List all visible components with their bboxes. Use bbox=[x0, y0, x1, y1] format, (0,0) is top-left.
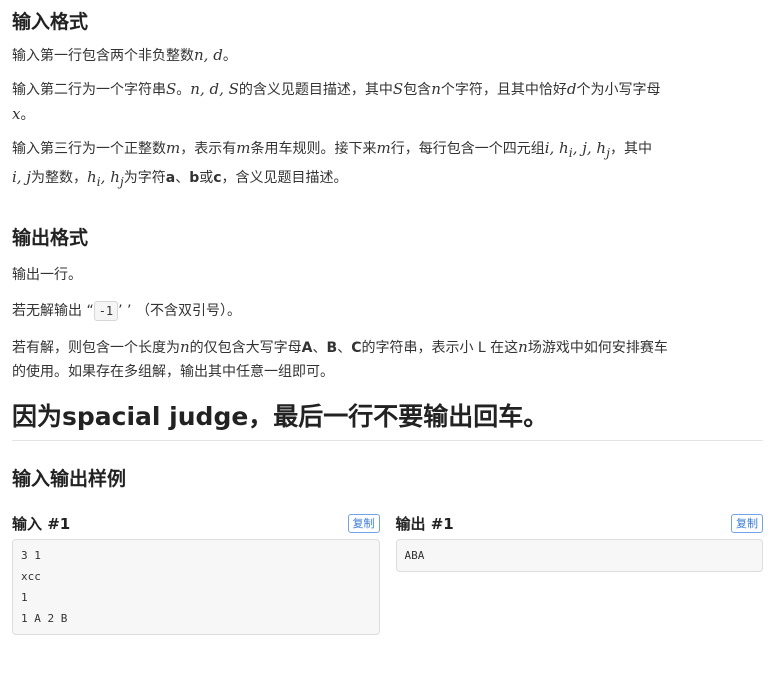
sample-output-label: 输出 #1 bbox=[395, 514, 454, 533]
spacial-judge-notice: 因为spacial judge，最后一行不要输出回车。 bbox=[12, 400, 763, 441]
input-format-line-2: 输入第二行为一个字符串S。n, d, S的含义见题目描述，其中S包含n个字符，且… bbox=[12, 80, 661, 123]
sample-output-content[interactable]: ABA bbox=[395, 539, 763, 572]
problem-page: 输入格式 输入第一行包含两个非负整数n, d。 输入第二行为一个字符串S。n, … bbox=[0, 0, 771, 635]
output-format-line-3: 若有解，则包含一个长度为n的仅包含大写字母A、B、C的字符串，表示小 L 在这n… bbox=[12, 338, 668, 380]
samples-container: 输入 #1 复制 3 1 xcc 1 1 A 2 B 输出 #1 复制 ABA bbox=[12, 511, 763, 635]
sample-input-column: 输入 #1 复制 3 1 xcc 1 1 A 2 B bbox=[12, 511, 380, 635]
input-format-title: 输入格式 bbox=[12, 11, 89, 33]
sample-input-label: 输入 #1 bbox=[12, 514, 71, 533]
output-format-title: 输出格式 bbox=[12, 227, 89, 249]
copy-output-button[interactable]: 复制 bbox=[731, 513, 763, 533]
samples-title: 输入输出样例 bbox=[12, 468, 127, 490]
sample-input-content[interactable]: 3 1 xcc 1 1 A 2 B bbox=[12, 539, 380, 635]
output-format-line-1: 输出一行。 bbox=[12, 267, 82, 283]
output-format-line-2: 若无解输出 “-1’ ’ （不含双引号）。 bbox=[12, 301, 241, 321]
no-solution-code: -1 bbox=[93, 301, 119, 321]
copy-input-button[interactable]: 复制 bbox=[347, 513, 380, 533]
sample-output-column: 输出 #1 复制 ABA bbox=[395, 511, 763, 635]
input-format-line-3: 输入第三行为一个正整数m，表示有m条用车规则。接下来m行，每行包含一个四元组i,… bbox=[12, 139, 652, 189]
input-format-line-1: 输入第一行包含两个非负整数n, d。 bbox=[12, 46, 237, 64]
